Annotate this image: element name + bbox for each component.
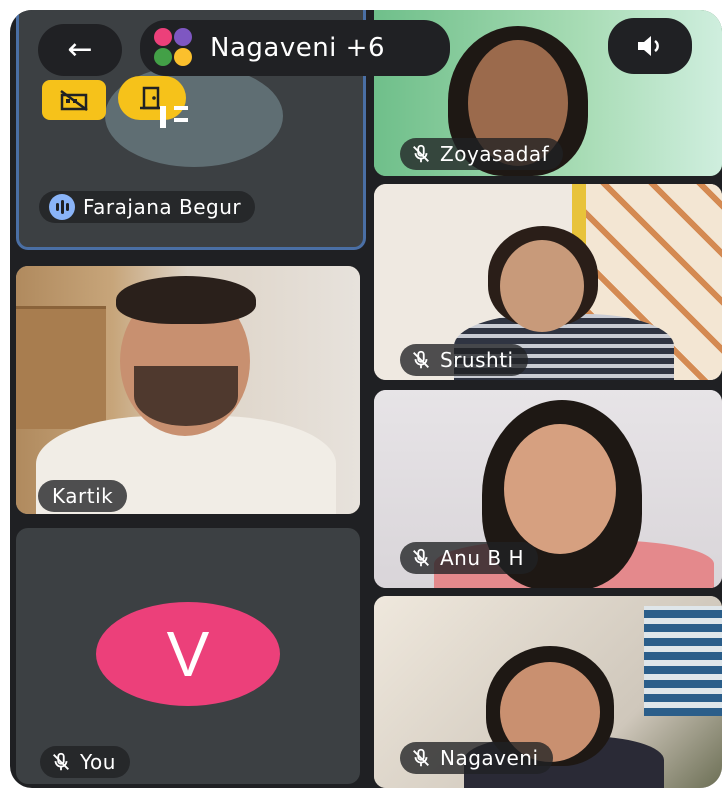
cursor-marks [160,100,190,130]
tile-kartik[interactable]: Kartik [16,266,360,514]
participant-name-chip: Srushti [400,344,528,376]
person-hair [116,276,256,324]
meeting-title-button[interactable]: Nagaveni +6 [140,20,450,76]
participant-name-chip: Farajana Begur [39,191,256,223]
participant-name-chip: You [40,746,130,778]
tile-anu-b-h[interactable]: Anu B H [374,390,722,588]
tile-nagaveni[interactable]: Nagaveni [374,596,722,788]
camera-off-badge [42,80,106,120]
meeting-window: Farajana Begur Kartik V You Zoyasadaf Sr… [10,10,722,788]
window-grille [644,606,722,716]
back-arrow-icon: ← [67,32,93,67]
mic-off-icon [413,350,429,369]
participant-name-chip: Nagaveni [400,742,553,774]
mic-off-icon [413,144,429,163]
participant-name: Anu B H [440,546,525,570]
participants-avatar-group-icon [150,26,200,70]
mic-off-icon [53,752,69,771]
participant-name-chip: Zoyasadaf [400,138,564,170]
participant-name: Srushti [440,348,514,372]
meeting-title: Nagaveni +6 [210,33,385,63]
speaker-icon [638,36,659,56]
tile-srushti[interactable]: Srushti [374,184,722,380]
avatar: V [96,602,280,706]
back-button[interactable]: ← [38,24,122,76]
speaking-indicator-icon [49,194,75,220]
participant-name: Kartik [52,484,114,508]
mic-off-icon [413,548,429,567]
avatar-letter: V [166,618,210,690]
person-beard [134,366,238,426]
participant-name: Farajana Begur [83,195,242,219]
participant-name: Nagaveni [440,746,539,770]
participant-name: Zoyasadaf [440,142,550,166]
mic-off-icon [413,748,429,767]
audio-output-button[interactable] [608,18,692,74]
participant-name-chip: Anu B H [400,542,539,574]
person-face [504,424,616,554]
participant-name-chip: Kartik [38,480,128,512]
participant-name: You [80,750,116,774]
building-icon [60,89,88,111]
cabinet [16,306,106,429]
tile-you[interactable]: V You [16,528,360,784]
person-face [500,240,584,332]
